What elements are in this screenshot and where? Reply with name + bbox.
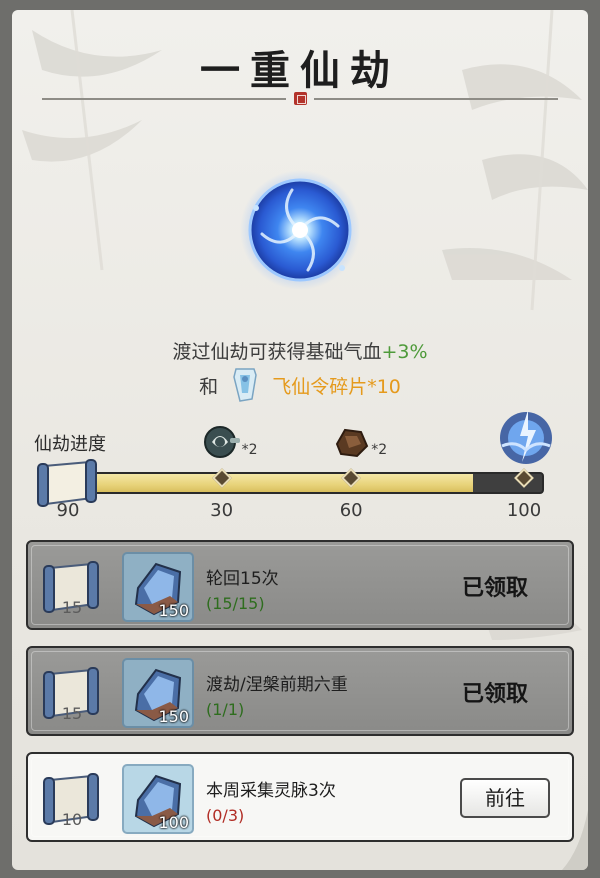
reward-text: 渡过仙劫可获得基础气血	[172, 341, 382, 363]
task-progress: (15/15)	[206, 594, 265, 613]
ring-pendant-icon[interactable]	[202, 422, 242, 466]
milestone-multiplier: *2	[371, 442, 388, 458]
seal-stamp-icon	[294, 92, 307, 105]
milestone-multiplier: *2	[241, 442, 258, 458]
progress-label: 仙劫进度	[34, 434, 106, 455]
crystal-reward-slot[interactable]: 150	[122, 658, 194, 728]
reward-description: 渡过仙劫可获得基础气血+3%	[12, 337, 588, 364]
task-name: 渡劫/涅槃前期六重	[206, 675, 348, 695]
scroll-quantity: 10	[61, 810, 83, 829]
crystal-reward-slot[interactable]: 150	[122, 552, 194, 622]
crystal-quantity: 150	[158, 707, 189, 726]
title-divider-left	[42, 98, 286, 100]
flying-token-fragment-icon	[233, 367, 257, 402]
task-claimed-status: 已领取	[461, 682, 528, 707]
crystal-quantity: 100	[158, 813, 189, 832]
task-progress: (1/1)	[206, 700, 245, 719]
task-name: 本周采集灵脉3次	[206, 781, 336, 801]
progress-bar	[92, 472, 544, 494]
reward-bonus-percent: +3%	[381, 341, 428, 363]
progress-current-label: 90	[56, 500, 80, 521]
crystal-reward-slot[interactable]: 100	[122, 764, 194, 834]
tribulation-orb-icon	[240, 170, 360, 290]
reward-item-name: 飞仙令碎片*10	[272, 376, 401, 398]
progress-bar-fill	[94, 474, 473, 492]
task-card: 15 150 轮回15次 (15/15) 已领取	[26, 540, 574, 630]
scroll-quantity: 15	[61, 598, 83, 617]
task-progress: (0/3)	[206, 806, 245, 825]
task-card: 10 100 本周采集灵脉3次 (0/3) 前往	[26, 752, 574, 842]
ore-chunk-icon[interactable]	[331, 422, 371, 466]
milestone-label: 30	[210, 500, 234, 521]
reward-item-line: 和 飞仙令碎片*10	[12, 367, 588, 403]
reward-conjunction: 和	[199, 376, 219, 398]
task-card: 15 150 渡劫/涅槃前期六重 (1/1) 已领取	[26, 646, 574, 736]
page-title: 一重仙劫	[200, 47, 400, 94]
lightning-spirit-icon[interactable]	[496, 406, 556, 470]
tribulation-panel: 一重仙劫 渡过仙劫可获得基础气血+3% 和 飞仙令碎片*10 仙劫进度 *2 3…	[12, 10, 588, 870]
milestone-label: 100	[506, 500, 542, 521]
scroll-quantity: 15	[61, 704, 83, 723]
task-claimed-status: 已领取	[461, 576, 528, 601]
task-name: 轮回15次	[206, 569, 279, 589]
title-divider-right	[314, 98, 558, 100]
page-curl-corner	[562, 810, 588, 870]
crystal-quantity: 150	[158, 601, 189, 620]
task-go-button[interactable]: 前往	[460, 778, 550, 818]
milestone-label: 60	[339, 500, 363, 521]
